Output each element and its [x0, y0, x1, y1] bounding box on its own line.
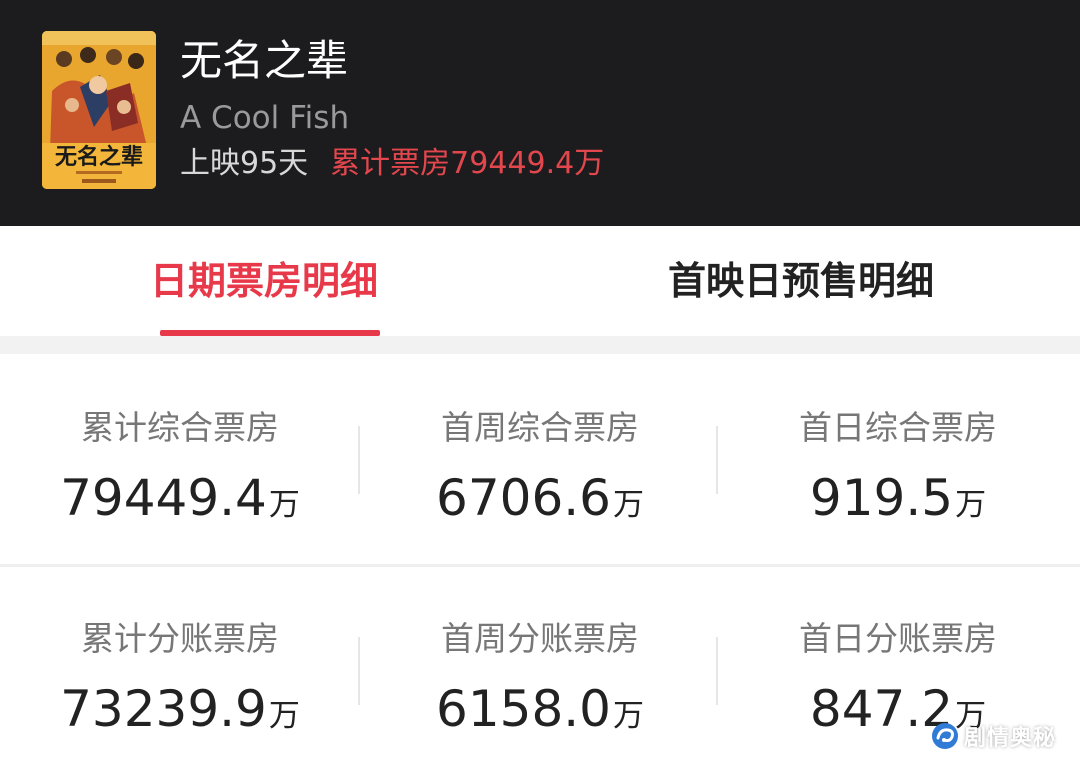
- stat-value: 79449.4万: [60, 469, 300, 527]
- tab-premiere-presale[interactable]: 首映日预售明细: [668, 256, 934, 306]
- stat-first-day-composite: 首日综合票房 919.5万: [718, 354, 1078, 564]
- movie-title: 无名之辈: [180, 36, 349, 85]
- movie-english-title: A Cool Fish: [180, 100, 350, 136]
- stat-value: 919.5万: [809, 469, 987, 527]
- stat-label: 累计分账票房: [81, 619, 279, 658]
- movie-poster[interactable]: 无名之辈: [42, 31, 156, 189]
- days-in-release: 上映95天: [180, 146, 309, 181]
- stat-label: 首日综合票房: [799, 408, 997, 447]
- logo-swirl-icon: [932, 723, 958, 749]
- stat-cumulative-composite: 累计综合票房 79449.4万: [0, 354, 360, 564]
- stat-label: 累计综合票房: [81, 408, 279, 447]
- movie-meta: 上映95天 累计票房79449.4万: [180, 144, 604, 184]
- stat-value: 73239.9万: [60, 680, 300, 738]
- section-divider: [0, 336, 1080, 354]
- stat-cumulative-split: 累计分账票房 73239.9万: [0, 567, 360, 765]
- cumulative-box-office: 累计票房79449.4万: [330, 146, 605, 181]
- stat-label: 首周综合票房: [441, 408, 639, 447]
- stat-label: 首日分账票房: [799, 619, 997, 658]
- stats-row-split: 累计分账票房 73239.9万 首周分账票房 6158.0万 首日分账票房 84…: [0, 567, 1080, 765]
- stat-label: 首周分账票房: [441, 619, 639, 658]
- watermark-text: 剧情奥秘: [964, 726, 1057, 751]
- tab-bar: 日期票房明细 首映日预售明细: [0, 226, 1080, 336]
- stat-value: 6158.0万: [436, 680, 644, 738]
- stat-value: 6706.6万: [436, 469, 644, 527]
- movie-header: 无名之辈 无名之辈 A Cool Fish 上映95天 累计票房79449.4万: [0, 0, 1080, 226]
- stats-row-composite: 累计综合票房 79449.4万 首周综合票房 6706.6万 首日综合票房 91…: [0, 354, 1080, 564]
- poster-title-art: 无名之辈: [54, 144, 143, 170]
- watermark: 剧情奥秘: [930, 718, 1056, 754]
- stat-first-week-split: 首周分账票房 6158.0万: [360, 567, 720, 765]
- stat-first-week-composite: 首周综合票房 6706.6万: [360, 354, 720, 564]
- tab-daily-box-office[interactable]: 日期票房明细: [150, 256, 378, 306]
